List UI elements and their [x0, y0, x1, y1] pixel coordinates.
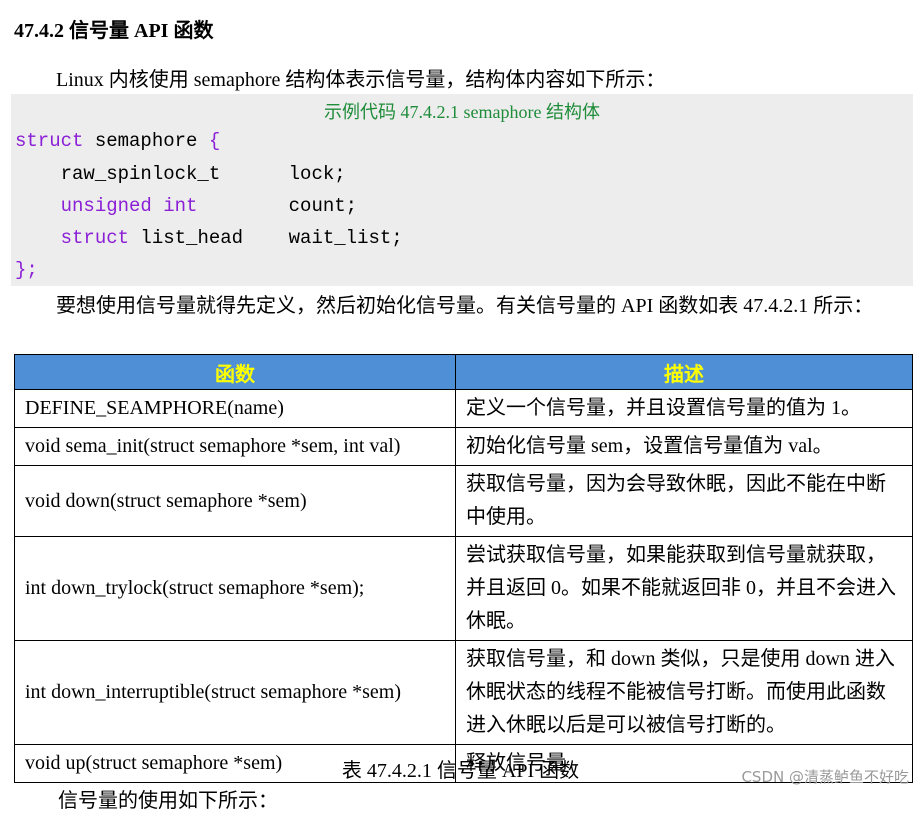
cell-function: void sema_init(struct semaphore *sem, in…: [14, 427, 456, 466]
code-line-5: };: [15, 259, 38, 281]
code-keyword: unsigned int: [60, 195, 198, 217]
api-table: 函数 描述 DEFINE_SEAMPHORE(name) 定义一个信号量，并且设…: [14, 354, 913, 783]
code-text: count;: [197, 195, 358, 217]
code-block: 示例代码 47.4.2.1 semaphore 结构体 struct semap…: [11, 94, 913, 286]
code-line-3: unsigned int count;: [15, 195, 357, 217]
code-text: list_head wait_list;: [129, 227, 403, 249]
cell-function: void down(struct semaphore *sem): [14, 465, 456, 537]
table-row: int down_trylock(struct semaphore *sem);…: [14, 536, 913, 641]
second-paragraph: 要想使用信号量就得先定义，然后初始化信号量。有关信号量的 API 函数如表 47…: [56, 295, 874, 317]
code-brace: {: [208, 130, 221, 152]
table-row: void sema_init(struct semaphore *sem, in…: [14, 427, 913, 466]
cell-function: DEFINE_SEAMPHORE(name): [14, 389, 456, 428]
watermark: CSDN @清蒸鲈鱼不好吃: [741, 768, 909, 786]
cell-function: int down_trylock(struct semaphore *sem);: [14, 536, 456, 641]
header-description: 描述: [455, 354, 913, 390]
code-text: semaphore: [83, 130, 209, 152]
code-line-1: struct semaphore {: [15, 130, 220, 152]
code-caption: 示例代码 47.4.2.1 semaphore 结构体: [324, 102, 600, 122]
cell-description: 初始化信号量 sem，设置信号量值为 val。: [455, 427, 913, 466]
code-line-2: raw_spinlock_t lock;: [15, 163, 346, 185]
code-keyword: struct: [15, 130, 84, 152]
section-heading: 47.4.2 信号量 API 函数: [14, 20, 214, 42]
intro-paragraph: Linux 内核使用 semaphore 结构体表示信号量，结构体内容如下所示：: [56, 69, 666, 91]
code-keyword: struct: [60, 227, 130, 249]
cell-description: 获取信号量，和 down 类似，只是使用 down 进入休眠状态的线程不能被信号…: [455, 640, 913, 745]
cell-description: 定义一个信号量，并且设置信号量的值为 1。: [455, 389, 913, 428]
cell-description: 获取信号量，因为会导致休眠，因此不能在中断中使用。: [455, 465, 913, 537]
partial-paragraph: 信号量的使用如下所示：: [58, 790, 278, 812]
code-line-4: struct list_head wait_list;: [15, 227, 403, 249]
table-row: DEFINE_SEAMPHORE(name) 定义一个信号量，并且设置信号量的值…: [14, 389, 913, 428]
table-header-row: 函数 描述: [14, 354, 913, 390]
table-row: void down(struct semaphore *sem) 获取信号量，因…: [14, 465, 913, 537]
cell-description: 尝试获取信号量，如果能获取到信号量就获取，并且返回 0。如果不能就返回非 0，并…: [455, 536, 913, 641]
header-function: 函数: [14, 354, 456, 390]
cell-function: int down_interruptible(struct semaphore …: [14, 640, 456, 745]
table-row: int down_interruptible(struct semaphore …: [14, 640, 913, 745]
